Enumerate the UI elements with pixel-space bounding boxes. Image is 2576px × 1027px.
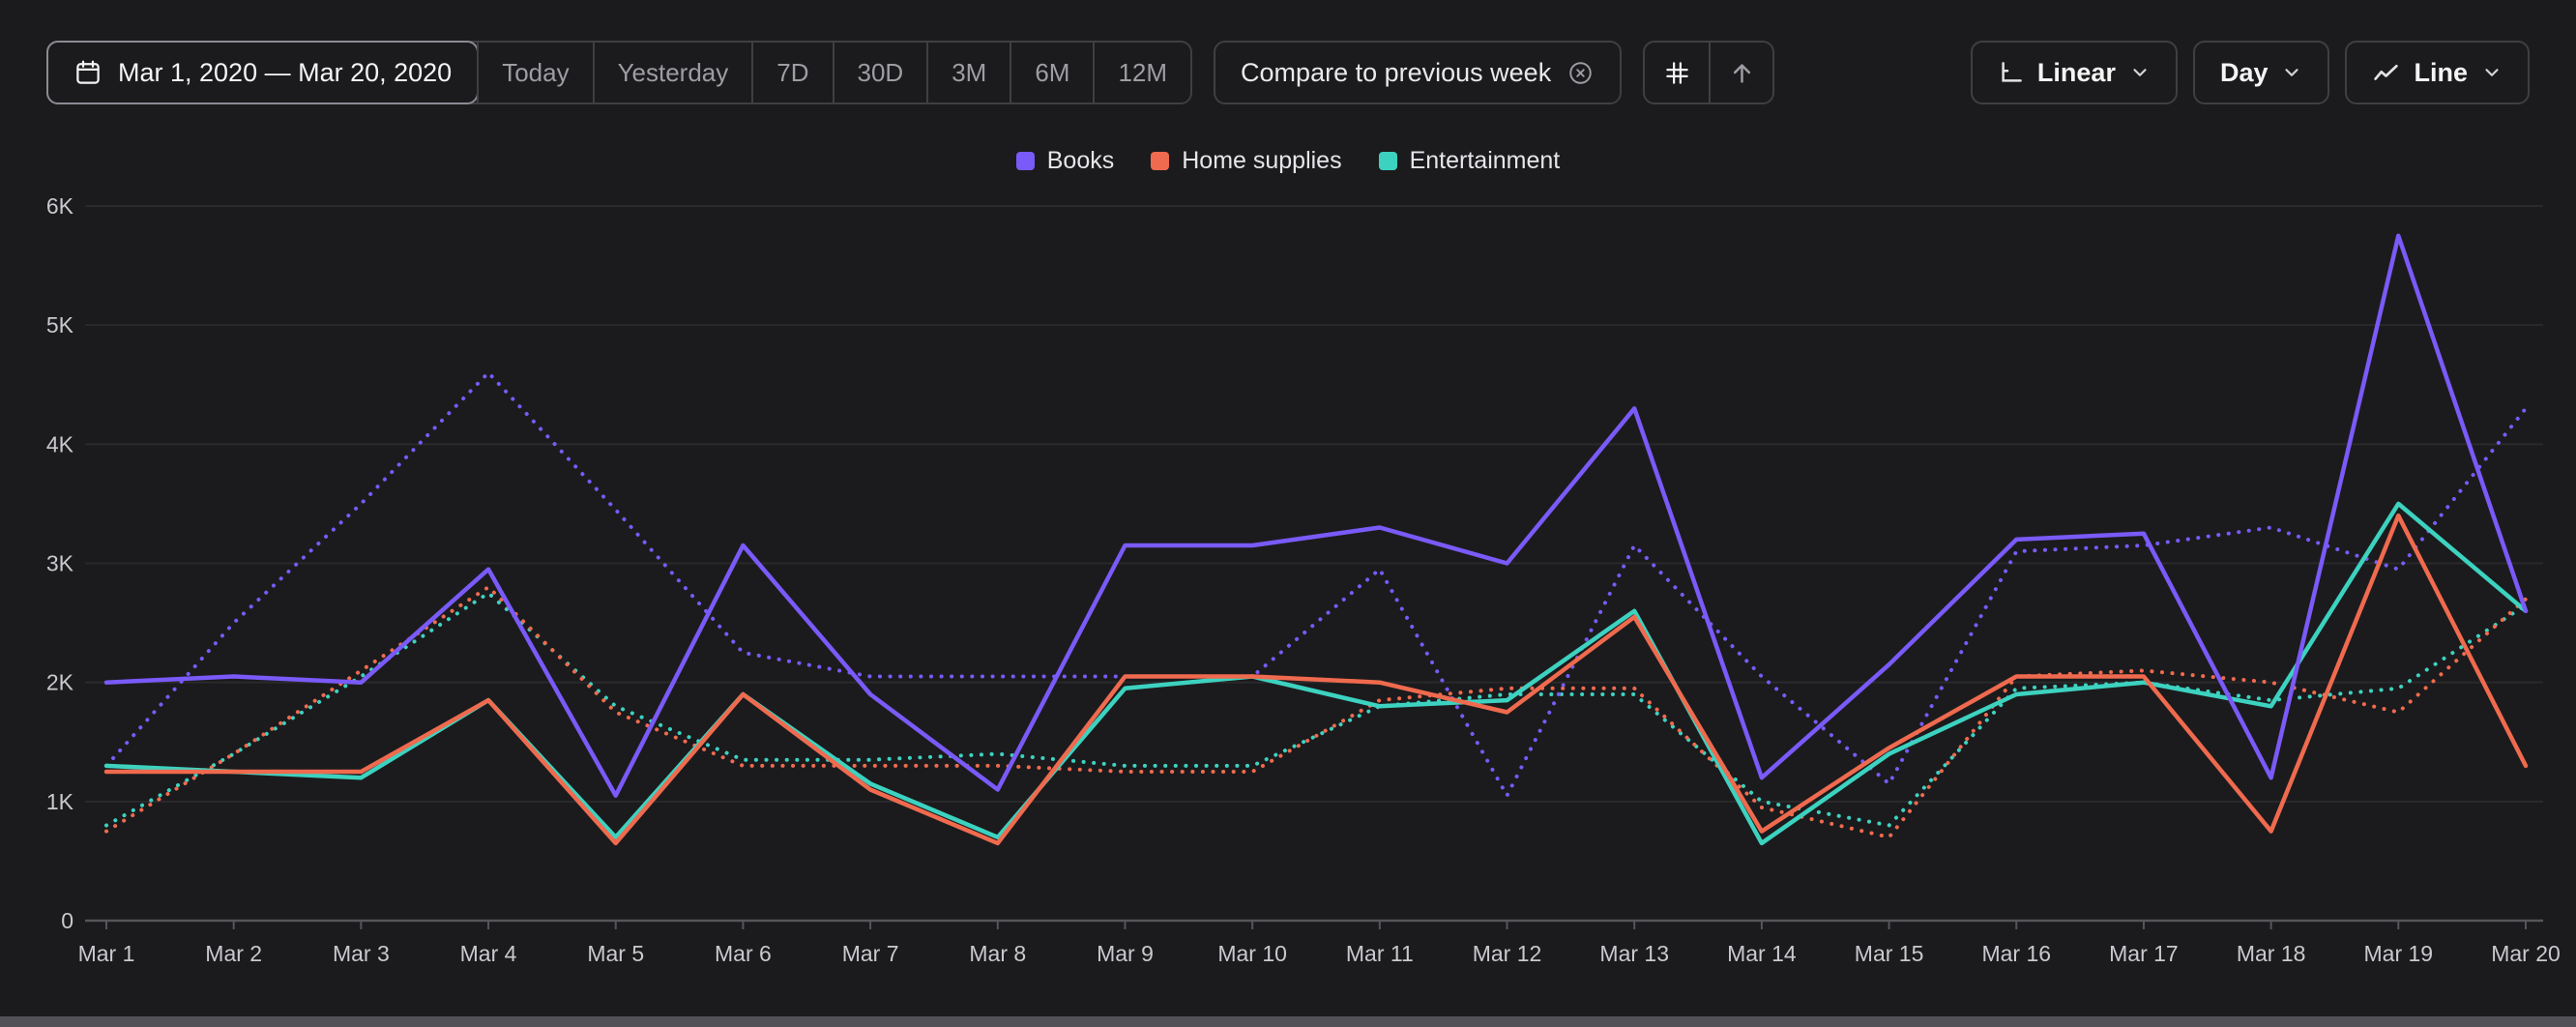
- quick-range-6m[interactable]: 6M: [1010, 43, 1093, 103]
- svg-text:Mar 19: Mar 19: [2364, 941, 2434, 966]
- svg-text:6K: 6K: [46, 193, 74, 219]
- quick-range-3m[interactable]: 3M: [926, 43, 1010, 103]
- toolbar-left-cluster: Mar 1, 2020 — Mar 20, 2020 Today Yesterd…: [46, 41, 1774, 104]
- legend-swatch-entertainment: [1379, 152, 1397, 170]
- svg-text:Mar 1: Mar 1: [78, 941, 135, 966]
- close-circle-icon[interactable]: [1566, 59, 1595, 87]
- svg-text:3K: 3K: [46, 551, 74, 576]
- quick-range-today[interactable]: Today: [477, 43, 592, 103]
- svg-text:Mar 10: Mar 10: [1217, 941, 1287, 966]
- interval-dropdown[interactable]: Day: [2193, 41, 2330, 104]
- compare-button[interactable]: Compare to previous week: [1214, 41, 1622, 104]
- svg-text:Mar 6: Mar 6: [715, 941, 772, 966]
- chart-type-dropdown[interactable]: Line: [2345, 41, 2530, 104]
- svg-text:5K: 5K: [46, 312, 74, 337]
- axis-scale-icon: [1998, 60, 2024, 86]
- legend-item-home-supplies[interactable]: Home supplies: [1151, 147, 1341, 175]
- svg-text:1K: 1K: [46, 789, 74, 814]
- arrow-up-button[interactable]: [1709, 43, 1772, 103]
- svg-text:Mar 18: Mar 18: [2237, 941, 2306, 966]
- svg-text:2K: 2K: [46, 670, 74, 695]
- svg-text:Mar 16: Mar 16: [1981, 941, 2051, 966]
- chart-legend: Books Home supplies Entertainment: [0, 147, 2576, 175]
- svg-text:Mar 5: Mar 5: [587, 941, 644, 966]
- chart-type-label: Line: [2414, 58, 2468, 88]
- scale-dropdown[interactable]: Linear: [1971, 41, 2178, 104]
- svg-text:4K: 4K: [46, 431, 74, 456]
- date-range-group: Mar 1, 2020 — Mar 20, 2020 Today Yesterd…: [46, 41, 1192, 104]
- svg-text:Mar 20: Mar 20: [2491, 941, 2561, 966]
- legend-swatch-books: [1016, 152, 1035, 170]
- toolbar: Mar 1, 2020 — Mar 20, 2020 Today Yesterd…: [46, 41, 2530, 104]
- svg-text:Mar 13: Mar 13: [1599, 941, 1669, 966]
- svg-text:Mar 2: Mar 2: [205, 941, 262, 966]
- date-range-label: Mar 1, 2020 — Mar 20, 2020: [118, 58, 452, 88]
- chevron-down-icon: [2129, 62, 2151, 83]
- legend-label-home-supplies: Home supplies: [1182, 147, 1341, 175]
- line-chart-icon: [2372, 59, 2400, 87]
- svg-text:Mar 7: Mar 7: [842, 941, 899, 966]
- svg-text:Mar 15: Mar 15: [1855, 941, 1924, 966]
- grid-icon: [1664, 60, 1690, 86]
- arrow-up-icon: [1729, 60, 1755, 86]
- chevron-down-icon: [2281, 62, 2302, 83]
- svg-text:0: 0: [61, 908, 73, 933]
- quick-range-30d[interactable]: 30D: [833, 43, 927, 103]
- toolbar-right-cluster: Linear Day Line: [1971, 41, 2530, 104]
- quick-range-7d[interactable]: 7D: [751, 43, 832, 103]
- legend-label-books: Books: [1047, 147, 1114, 175]
- svg-text:Mar 17: Mar 17: [2109, 941, 2179, 966]
- grid-toggle-button[interactable]: [1645, 43, 1709, 103]
- chart-option-toggles: [1643, 41, 1774, 104]
- svg-text:Mar 11: Mar 11: [1346, 941, 1414, 966]
- scale-label: Linear: [2037, 58, 2116, 88]
- interval-label: Day: [2220, 58, 2269, 88]
- quick-range-yesterday[interactable]: Yesterday: [593, 43, 752, 103]
- svg-text:Mar 12: Mar 12: [1473, 941, 1542, 966]
- legend-item-entertainment[interactable]: Entertainment: [1379, 147, 1561, 175]
- chevron-down-icon: [2481, 62, 2503, 83]
- legend-item-books[interactable]: Books: [1016, 147, 1114, 175]
- quick-range-12m[interactable]: 12M: [1093, 43, 1190, 103]
- analytics-dashboard: { "toolbar": { "date_range_label": "Mar …: [0, 0, 2576, 1027]
- compare-label: Compare to previous week: [1241, 58, 1551, 88]
- legend-label-entertainment: Entertainment: [1410, 147, 1561, 175]
- calendar-icon: [73, 58, 102, 87]
- date-range-picker[interactable]: Mar 1, 2020 — Mar 20, 2020: [46, 41, 479, 104]
- svg-text:Mar 9: Mar 9: [1097, 941, 1154, 966]
- horizontal-scrollbar[interactable]: [0, 1016, 2576, 1027]
- svg-text:Mar 3: Mar 3: [333, 941, 390, 966]
- svg-text:Mar 14: Mar 14: [1727, 941, 1797, 966]
- svg-text:Mar 8: Mar 8: [969, 941, 1026, 966]
- legend-swatch-home-supplies: [1151, 152, 1169, 170]
- svg-text:Mar 4: Mar 4: [460, 941, 517, 966]
